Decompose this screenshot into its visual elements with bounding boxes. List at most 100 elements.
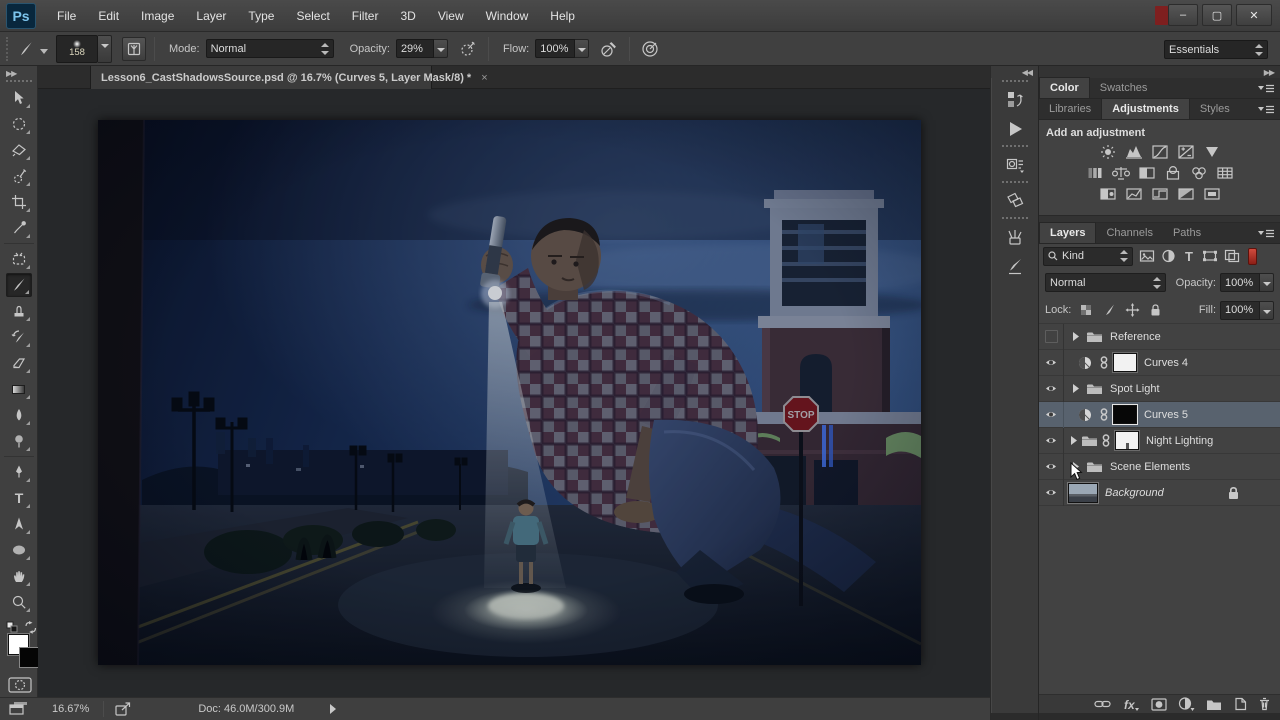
- group-mask-thumbnail[interactable]: [1114, 430, 1140, 451]
- layer-mask-thumbnail-selected[interactable]: [1112, 404, 1138, 425]
- pressure-size-icon[interactable]: [638, 37, 662, 61]
- expand-triangle-icon[interactable]: [1070, 436, 1078, 445]
- tab-adjustments[interactable]: Adjustments: [1101, 98, 1190, 119]
- layer-fill-arrow[interactable]: [1260, 300, 1274, 320]
- tab-libraries[interactable]: Libraries: [1039, 98, 1101, 119]
- tab-paths[interactable]: Paths: [1163, 222, 1211, 243]
- add-layer-mask-button[interactable]: [1151, 697, 1167, 711]
- brush-presets-panel-icon[interactable]: [998, 224, 1032, 250]
- brush-picker-arrow[interactable]: [98, 34, 112, 63]
- lock-position-icon[interactable]: [1125, 303, 1140, 317]
- doc-size-info[interactable]: Doc: 46.0M/300.9M: [198, 703, 294, 715]
- tools-collapse-button[interactable]: ▶▶: [0, 66, 37, 78]
- status-expand-arrow-icon[interactable]: [330, 704, 337, 714]
- filter-pixel-layers-icon[interactable]: [1139, 249, 1155, 263]
- patch-tool[interactable]: [6, 247, 32, 271]
- dock-grip[interactable]: [1001, 217, 1028, 221]
- tools-grip[interactable]: [5, 80, 32, 84]
- mask-link-icon[interactable]: [1100, 356, 1108, 369]
- layer-mask-thumbnail[interactable]: [1112, 352, 1138, 373]
- crop-tool[interactable]: [6, 190, 32, 214]
- preset-dropdown-arrow-icon[interactable]: [40, 49, 48, 54]
- filter-type-layers-icon[interactable]: T: [1182, 249, 1196, 263]
- gradient-map-icon[interactable]: [1174, 185, 1198, 203]
- visibility-toggle[interactable]: [1039, 453, 1064, 480]
- expand-triangle-icon[interactable]: [1072, 384, 1080, 393]
- layer-row-reference[interactable]: Reference: [1039, 323, 1280, 350]
- quick-selection-tool[interactable]: [6, 164, 32, 188]
- visibility-toggle[interactable]: [1039, 349, 1064, 376]
- visibility-toggle[interactable]: [1039, 323, 1064, 350]
- selective-color-icon[interactable]: [1200, 185, 1224, 203]
- lasso-tool[interactable]: [6, 138, 32, 162]
- notes-panel-icon[interactable]: [998, 188, 1032, 214]
- path-selection-tool[interactable]: [6, 512, 32, 536]
- visibility-toggle[interactable]: [1039, 401, 1064, 428]
- canvas-image[interactable]: STOP: [98, 120, 921, 665]
- blend-mode-select[interactable]: Normal: [205, 39, 334, 58]
- filter-smart-objects-icon[interactable]: [1224, 249, 1240, 263]
- layer-row-curves5[interactable]: Curves 5: [1039, 401, 1280, 428]
- levels-icon[interactable]: [1122, 143, 1146, 161]
- brush-tool-preset-icon[interactable]: [14, 37, 38, 61]
- tab-close-icon[interactable]: ×: [481, 72, 487, 84]
- zoom-tool[interactable]: [6, 590, 32, 614]
- layer-opacity-control[interactable]: 100%: [1220, 273, 1274, 292]
- menu-filter[interactable]: Filter: [341, 0, 390, 32]
- menu-file[interactable]: File: [46, 0, 87, 32]
- layer-row-spot-light[interactable]: Spot Light: [1039, 375, 1280, 402]
- dock-grip[interactable]: [1001, 145, 1028, 149]
- gradient-tool[interactable]: [6, 377, 32, 401]
- tab-styles[interactable]: Styles: [1190, 98, 1240, 119]
- pressure-opacity-icon[interactable]: [456, 37, 480, 61]
- menu-select[interactable]: Select: [285, 0, 340, 32]
- pen-tool[interactable]: [6, 460, 32, 484]
- flow-control[interactable]: 100%: [535, 39, 590, 58]
- posterize-icon[interactable]: [1122, 185, 1146, 203]
- quick-mask-button[interactable]: [8, 677, 32, 693]
- airbrush-icon[interactable]: [597, 37, 621, 61]
- menu-window[interactable]: Window: [475, 0, 540, 32]
- new-group-button[interactable]: [1206, 698, 1222, 711]
- panel-menu-icon[interactable]: [1258, 105, 1274, 115]
- type-tool[interactable]: T: [6, 486, 32, 510]
- hue-saturation-icon[interactable]: [1083, 164, 1107, 182]
- clone-source-panel-icon[interactable]: [998, 152, 1032, 178]
- visibility-toggle[interactable]: [1039, 427, 1064, 454]
- dodge-tool[interactable]: [6, 429, 32, 453]
- dock-collapse-button[interactable]: ◀◀: [1022, 68, 1033, 77]
- channel-mixer-icon[interactable]: [1187, 164, 1211, 182]
- new-layer-button[interactable]: [1233, 697, 1247, 711]
- canvas-pasteboard[interactable]: STOP: [38, 89, 990, 697]
- minimize-button[interactable]: –: [1168, 4, 1198, 26]
- menu-3d[interactable]: 3D: [389, 0, 426, 32]
- layer-blend-mode-select[interactable]: Normal: [1045, 273, 1166, 292]
- color-lookup-icon[interactable]: [1213, 164, 1237, 182]
- tab-layers[interactable]: Layers: [1039, 222, 1097, 243]
- eyedropper-tool[interactable]: [6, 216, 32, 240]
- toggle-brush-panel-button[interactable]: [122, 36, 146, 61]
- panel-menu-icon[interactable]: [1258, 84, 1274, 94]
- tab-channels[interactable]: Channels: [1096, 222, 1162, 243]
- workspace-switcher[interactable]: Essentials: [1164, 40, 1268, 59]
- curves-icon[interactable]: [1148, 143, 1172, 161]
- background-layer-thumbnail[interactable]: [1067, 481, 1099, 504]
- new-adjustment-layer-button[interactable]: [1178, 697, 1195, 711]
- dock-grip[interactable]: [1001, 80, 1028, 84]
- brush-preset-picker[interactable]: 158: [56, 34, 112, 63]
- swap-colors-icon[interactable]: [24, 621, 38, 634]
- tab-swatches[interactable]: Swatches: [1090, 77, 1158, 98]
- lock-all-icon[interactable]: [1149, 303, 1162, 317]
- menu-type[interactable]: Type: [237, 0, 285, 32]
- filter-shape-layers-icon[interactable]: [1202, 249, 1218, 263]
- lock-transparency-icon[interactable]: [1079, 303, 1093, 317]
- background-color-swatch[interactable]: [19, 647, 40, 668]
- link-layers-button[interactable]: [1094, 698, 1111, 710]
- lock-pixels-icon[interactable]: [1102, 303, 1116, 317]
- threshold-icon[interactable]: [1148, 185, 1172, 203]
- hand-tool[interactable]: [6, 564, 32, 588]
- history-brush-tool[interactable]: [6, 325, 32, 349]
- actions-panel-icon[interactable]: [998, 116, 1032, 142]
- flow-arrow[interactable]: [575, 39, 590, 58]
- menu-help[interactable]: Help: [539, 0, 586, 32]
